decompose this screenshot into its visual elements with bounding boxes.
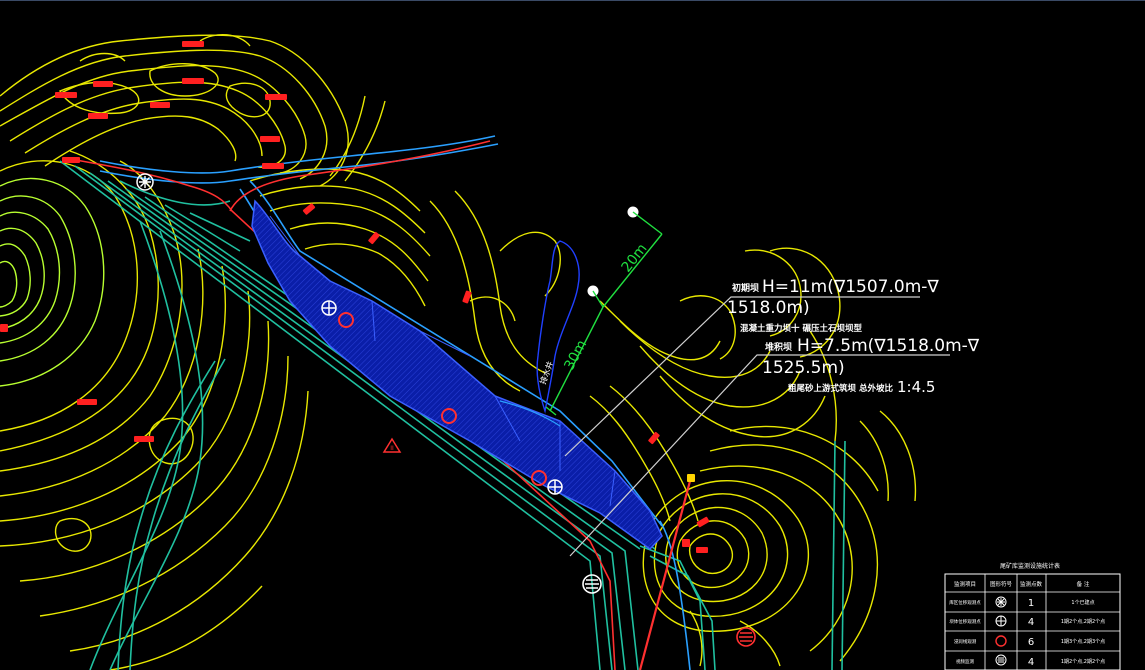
tailings-dam-plan: II 20m 30m 排水井 初期坝 H=11m(∇1507.0m-∇ 1518… bbox=[0, 34, 1121, 670]
section-mark-label: II bbox=[390, 445, 394, 452]
starter-dam-height: H=11m(∇1507.0m-∇ bbox=[762, 277, 939, 297]
starter-dam-note: 混凝土重力坝十 碾压土石坝坝型 bbox=[740, 323, 862, 334]
video-monitor-icon[interactable] bbox=[736, 627, 756, 647]
dim-30m: 30m bbox=[561, 338, 590, 373]
legend-row-note: 1个已建点 bbox=[1071, 599, 1094, 606]
legend-row-count: 1 bbox=[1028, 598, 1034, 609]
legend-row-note: 1期2个点,2期2个点 bbox=[1061, 619, 1105, 625]
stacking-dam-slope: 1:4.5 bbox=[897, 378, 935, 396]
dim-20m: 20m bbox=[619, 241, 651, 276]
legend-row-note: 1期2个点,2期2个点 bbox=[1061, 659, 1105, 665]
stacking-dam-note: 粗尾砂上游式筑坝 总外坡比 bbox=[788, 383, 893, 394]
legend-row-item: 浸润线观测 bbox=[954, 638, 977, 645]
legend-header-count: 监测点数 bbox=[1020, 580, 1043, 588]
legend-header-symbol: 图形符号 bbox=[990, 580, 1013, 588]
camera-circle-icon bbox=[995, 654, 1007, 666]
legend-row-count: 4 bbox=[1028, 657, 1034, 668]
legend-title: 尾矿库监测设施统计表 bbox=[1000, 562, 1060, 570]
legend-row-item: 坝体位移观测点 bbox=[949, 618, 981, 625]
red-circle-icon bbox=[995, 635, 1007, 647]
stacking-dam-annotation: 堆积坝 H=7.5m(∇1518.0m-∇ 1525.5m) 粗尾砂上游式筑坝 … bbox=[762, 336, 980, 396]
section-marker-icon[interactable]: II bbox=[382, 437, 402, 453]
legend-row-note: 1期3个点,2期3个点 bbox=[1061, 639, 1105, 645]
stacking-dam-height-cont: 1525.5m) bbox=[762, 358, 845, 378]
water-reservoir bbox=[536, 240, 580, 414]
legend-row-item: 视频监测 bbox=[956, 658, 974, 665]
cad-viewport[interactable]: II 20m 30m 排水井 初期坝 H=11m(∇1507.0m-∇ 1518… bbox=[0, 0, 1145, 670]
star-circle-icon bbox=[995, 596, 1007, 608]
stacking-dam-label: 堆积坝 bbox=[765, 341, 792, 353]
legend-row-item: 库区位移观测点 bbox=[949, 599, 981, 606]
stacking-dam-height: H=7.5m(∇1518.0m-∇ bbox=[797, 336, 980, 356]
legend-row-count: 4 bbox=[1028, 617, 1034, 628]
tailings-pond bbox=[251, 199, 663, 550]
dam-displacement-point-icon[interactable] bbox=[547, 479, 563, 495]
cross-circle-icon bbox=[995, 615, 1007, 627]
legend-header-item: 监测项目 bbox=[954, 580, 976, 588]
legend-row-count: 6 bbox=[1028, 637, 1034, 648]
starter-dam-height-cont: 1518.0m) bbox=[727, 298, 810, 318]
monitoring-legend-table: 尾矿库监测设施统计表 监测项目 图形符号 监测点数 备 注 库区位移观测点 1 … bbox=[944, 562, 1121, 670]
starter-dam-label: 初期坝 bbox=[732, 282, 759, 294]
starter-dam-annotation: 初期坝 H=11m(∇1507.0m-∇ 1518.0m) 混凝土重力坝十 碾压… bbox=[727, 277, 939, 334]
reservoir-displacement-point-icon[interactable] bbox=[136, 173, 154, 191]
dam-displacement-point-icon[interactable] bbox=[321, 300, 337, 316]
legend-header-note: 备 注 bbox=[1077, 580, 1090, 588]
